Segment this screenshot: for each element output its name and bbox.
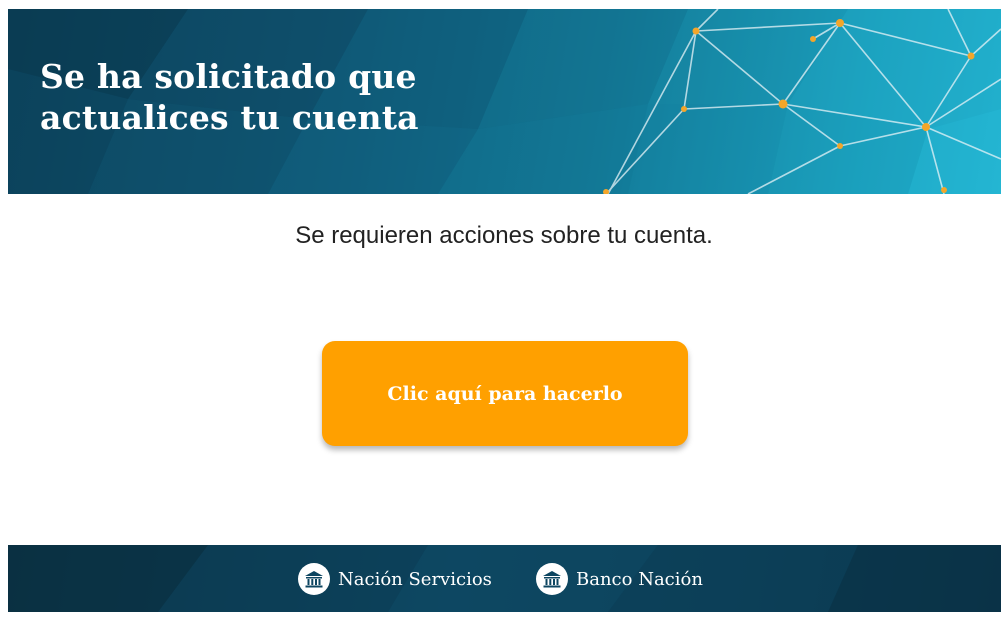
brand-label: Nación Servicios — [338, 568, 492, 590]
update-account-button[interactable]: Clic aquí para hacerlo — [322, 341, 688, 446]
brand-banco-nacion: Banco Nación — [536, 562, 703, 596]
banner-title: Se ha solicitado que actualices tu cuent… — [40, 56, 419, 138]
brand-nacion-servicios: Nación Servicios — [298, 562, 492, 596]
footer-polygon-background — [8, 545, 1001, 612]
footer-bar: Nación Servicios Banco Nación — [8, 545, 1001, 612]
banner-title-line-2: actualices tu cuenta — [40, 98, 419, 137]
account-action-message: Se requieren acciones sobre tu cuenta. — [295, 222, 713, 249]
banner-title-line-1: Se ha solicitado que — [40, 57, 417, 96]
header-banner: Se ha solicitado que actualices tu cuent… — [8, 9, 1001, 194]
brand-label: Banco Nación — [576, 568, 703, 590]
bank-building-icon — [536, 563, 568, 595]
update-account-button-label: Clic aquí para hacerlo — [387, 382, 623, 405]
email-page: Se ha solicitado que actualices tu cuent… — [0, 0, 1008, 622]
bank-building-icon — [298, 563, 330, 595]
